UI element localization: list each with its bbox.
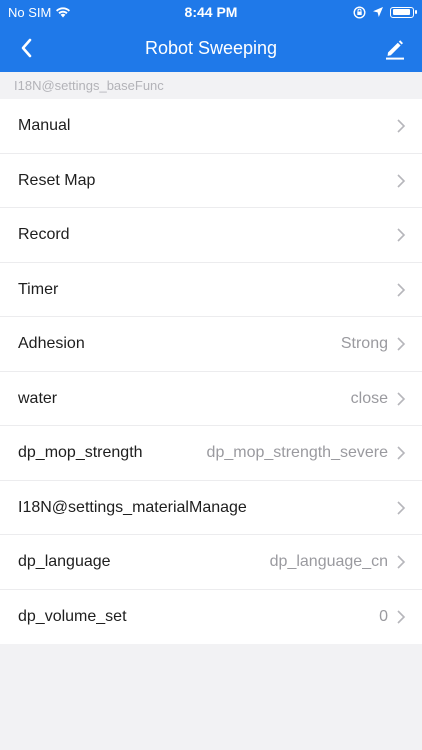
row-right [388, 173, 406, 189]
chevron-right-icon [397, 119, 406, 133]
page-title: Robot Sweeping [144, 37, 278, 58]
settings-row-water[interactable]: water close [0, 371, 422, 426]
row-label: dp_language [18, 553, 111, 571]
status-bar: No SIM 8:44 PM [0, 0, 422, 24]
chevron-right-icon [397, 392, 406, 406]
chevron-right-icon [397, 228, 406, 242]
row-label: Reset Map [18, 171, 96, 189]
carrier-label: No SIM [8, 4, 52, 20]
chevron-right-icon [397, 446, 406, 460]
settings-row-adhesion[interactable]: Adhesion Strong [0, 317, 422, 372]
battery-icon [390, 6, 417, 18]
chevron-right-icon [397, 337, 406, 351]
row-value: 0 [379, 607, 388, 625]
nav-bar: Robot Sweeping [0, 24, 422, 72]
row-label: Record [18, 226, 70, 244]
row-value: Strong [340, 335, 388, 353]
row-value: dp_language_cn [269, 553, 388, 571]
location-icon [373, 7, 383, 17]
row-label: I18N@settings_materialManage [18, 498, 247, 516]
settings-row-mop-strength[interactable]: dp_mop_strength dp_mop_strength_severe [0, 426, 422, 481]
settings-row-record[interactable]: Record [0, 208, 422, 263]
settings-row-volume-set[interactable]: dp_volume_set 0 [0, 589, 422, 644]
chevron-right-icon [397, 283, 406, 297]
row-right [388, 227, 406, 243]
row-right [388, 282, 406, 298]
settings-list: Manual Reset Map Record Timer Adhesion S… [0, 99, 422, 644]
settings-row-material-manage[interactable]: I18N@settings_materialManage [0, 480, 422, 535]
status-left: No SIM [8, 5, 71, 20]
status-right [353, 5, 417, 19]
chevron-right-icon [397, 555, 406, 569]
rotation-lock-icon [353, 5, 366, 19]
chevron-right-icon [397, 610, 406, 624]
settings-row-timer[interactable]: Timer [0, 262, 422, 317]
row-right: close [351, 390, 406, 408]
row-right: dp_language_cn [270, 553, 406, 571]
row-label: Manual [18, 117, 71, 135]
row-right [388, 500, 406, 516]
row-label: water [18, 389, 58, 407]
row-right: Strong [341, 335, 406, 353]
section-header: I18N@settings_baseFunc [0, 72, 422, 99]
row-label: dp_volume_set [18, 607, 127, 625]
settings-row-manual[interactable]: Manual [0, 99, 422, 154]
row-value: close [350, 389, 388, 407]
row-right: dp_mop_strength_severe [207, 444, 406, 462]
chevron-right-icon [397, 174, 406, 188]
back-arrow-icon[interactable] [14, 34, 42, 62]
row-label: Adhesion [18, 335, 85, 353]
row-right [388, 118, 406, 134]
settings-row-reset-map[interactable]: Reset Map [0, 153, 422, 208]
row-label: Timer [18, 280, 59, 298]
chevron-right-icon [397, 501, 406, 515]
wifi-icon [56, 7, 71, 18]
row-label: dp_mop_strength [18, 444, 143, 462]
row-value: dp_mop_strength_severe [206, 444, 388, 462]
row-right: 0 [379, 608, 406, 626]
settings-row-language[interactable]: dp_language dp_language_cn [0, 535, 422, 590]
edit-pencil-icon[interactable] [380, 34, 408, 62]
